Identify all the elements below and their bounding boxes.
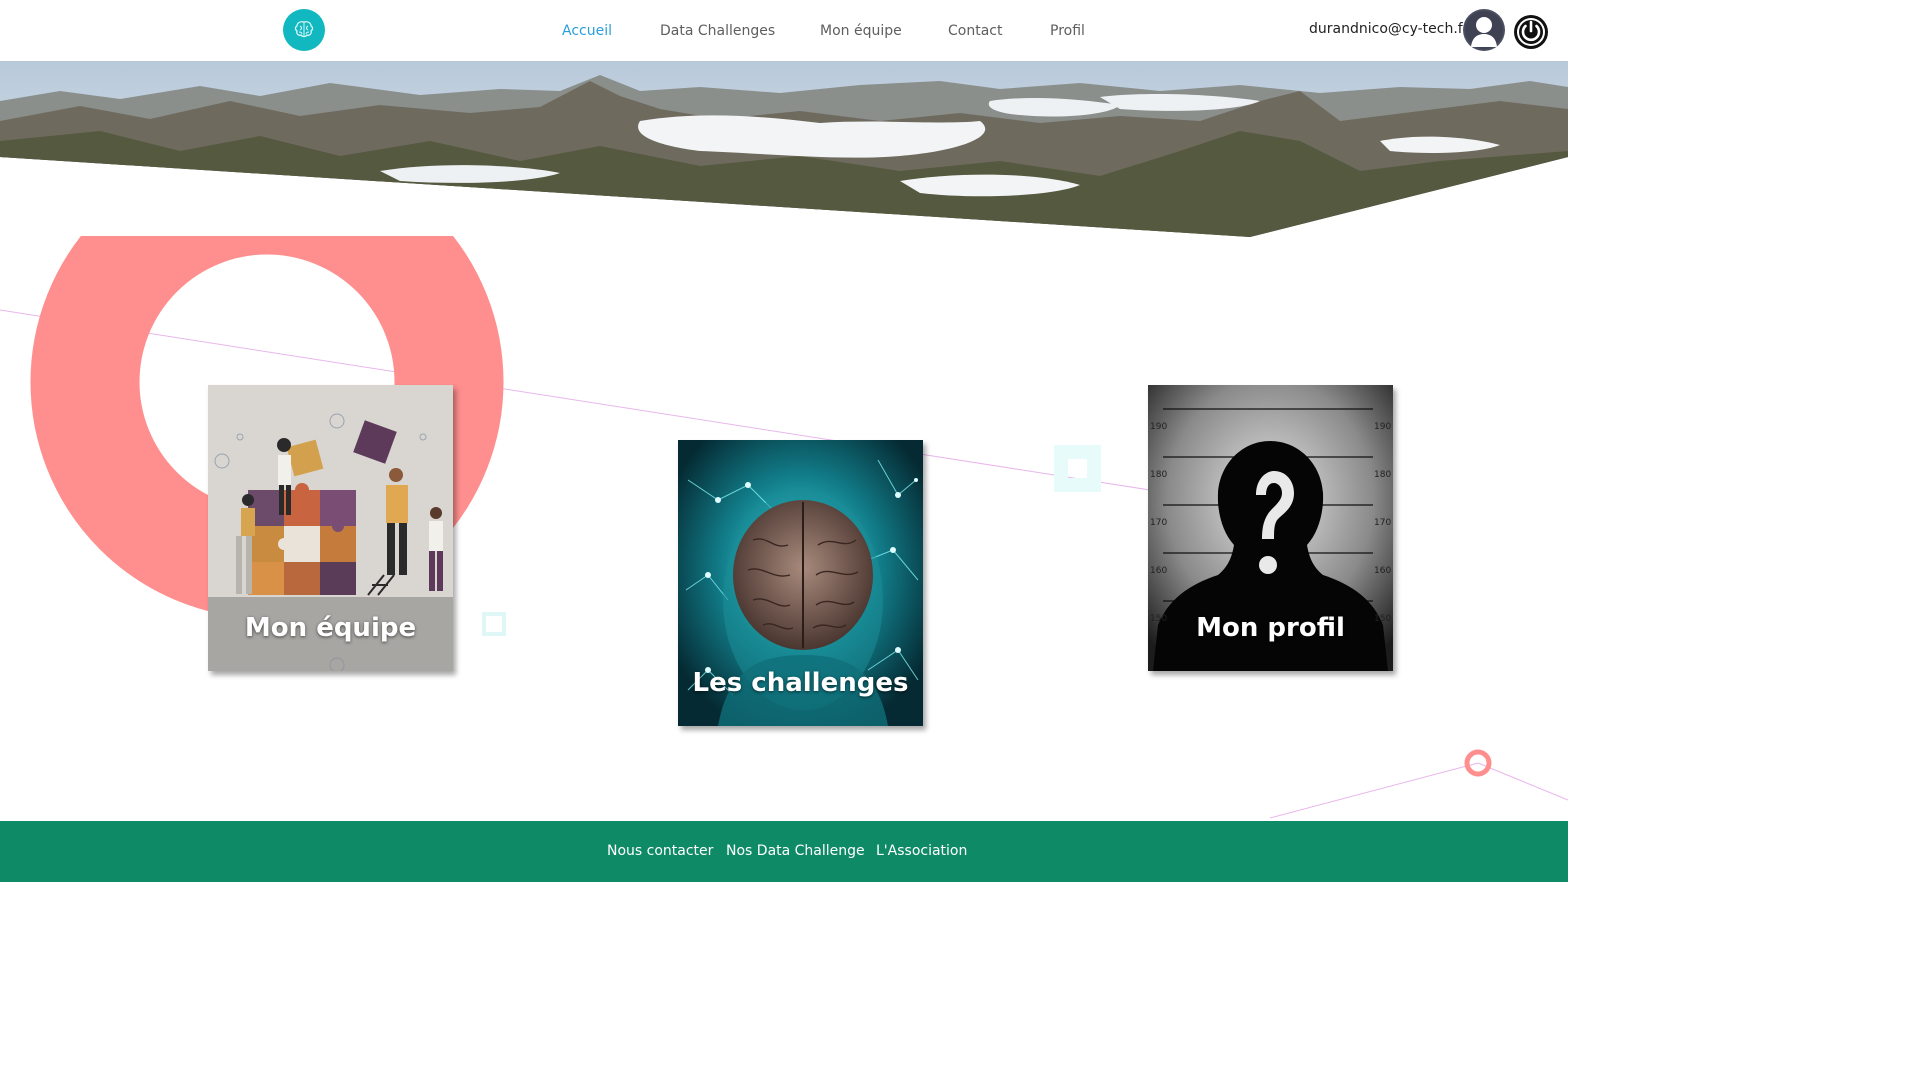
card-mon-equipe[interactable]: Mon équipe — [208, 385, 453, 671]
user-avatar-icon[interactable] — [1463, 9, 1505, 51]
card-title: Mon équipe — [244, 613, 417, 643]
scale-label: 160 — [1374, 566, 1392, 576]
mugshot-scale-left: 190 180 170 160 150 — [1150, 403, 1167, 643]
power-icon[interactable] — [1513, 14, 1549, 50]
card-title: Mon profil — [1196, 613, 1345, 643]
footer-link-data-challenge[interactable]: Nos Data Challenge — [726, 843, 865, 859]
footer-link-association[interactable]: L'Association — [876, 843, 967, 859]
nav-mon-equipe[interactable]: Mon équipe — [820, 23, 902, 39]
scale-label: 170 — [1150, 518, 1168, 528]
nav-data-challenges[interactable]: Data Challenges — [660, 23, 775, 39]
top-navbar: Accueil Data Challenges Mon équipe Conta… — [0, 0, 1568, 61]
brain-logo-icon[interactable] — [283, 9, 325, 51]
footer-link-contact[interactable]: Nous contacter — [607, 843, 713, 859]
card-title: Les challenges — [692, 668, 909, 698]
scale-label: 190 — [1374, 422, 1392, 432]
nav-contact[interactable]: Contact — [948, 23, 1002, 39]
user-email: durandnico@cy-tech.fr — [1309, 21, 1469, 37]
nav-profil[interactable]: Profil — [1050, 23, 1085, 39]
scale-label: 170 — [1374, 518, 1392, 528]
scale-label: 190 — [1150, 422, 1168, 432]
card-les-challenges[interactable]: Les challenges — [678, 440, 923, 726]
mugshot-scale-right: 190 180 170 160 150 — [1374, 403, 1391, 643]
scale-label: 160 — [1150, 566, 1168, 576]
scale-label: 180 — [1374, 470, 1392, 480]
nav-accueil[interactable]: Accueil — [562, 23, 612, 39]
card-mon-profil[interactable]: 190 180 170 160 150 190 180 170 160 150 … — [1148, 385, 1393, 671]
footer: Nous contacter Nos Data Challenge L'Asso… — [0, 821, 1568, 882]
scale-label: 180 — [1150, 470, 1168, 480]
